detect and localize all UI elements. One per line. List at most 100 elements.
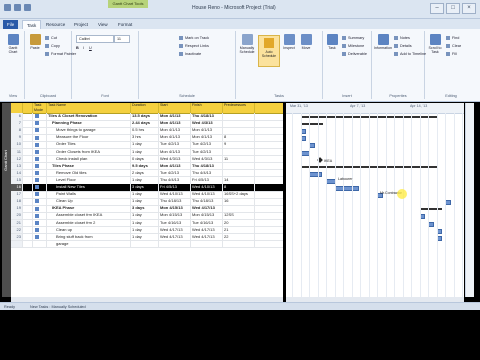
table-row[interactable]: garage [11,240,283,249]
tab-view[interactable]: View [94,20,112,29]
cell-dur[interactable]: 1 day [131,191,159,198]
cell-name[interactable]: Level Floor [47,176,131,184]
cut-button[interactable]: Cut [45,35,57,41]
gantt-chart[interactable]: Mar 31, '13 Apr 7, '13 Apr 14, '13 IKEA … [286,103,464,297]
cell-start[interactable]: Wed 4/10/13 [159,191,191,198]
task-mode-cell[interactable] [33,184,47,191]
cell-pred[interactable] [223,148,255,156]
cell-pred[interactable] [223,240,255,248]
info-cell[interactable] [23,184,33,191]
task-mode-cell[interactable] [33,120,47,127]
cell-pred[interactable]: 14 [223,176,255,184]
info-cell[interactable] [23,141,33,149]
cell-dur[interactable]: 1 day [131,198,159,205]
cell-finish[interactable]: Wed 4/10/13 [191,191,223,198]
tab-format[interactable]: Format [114,20,136,29]
find-button[interactable]: Find [446,35,459,41]
underline-button[interactable]: U [89,45,92,51]
cell-n[interactable]: 20 [11,212,23,220]
col-header-finish[interactable]: Finish [191,103,223,113]
cell-pred[interactable] [223,127,255,134]
task-mode-cell[interactable] [33,212,47,220]
cell-n[interactable]: 12 [11,155,23,163]
cell-pred[interactable]: 12SS [223,212,255,220]
cell-finish[interactable]: Mon 4/15/13 [191,212,223,220]
cell-name[interactable]: Planning Phase [47,120,131,127]
cell-start[interactable]: Mon 4/1/13 [159,134,191,141]
cell-start[interactable]: Thu 4/18/13 [159,198,191,205]
task-mode-cell[interactable] [33,205,47,212]
cell-dur[interactable]: 3 days [131,205,159,212]
cell-name[interactable]: Order Closets from IKEA [47,148,131,156]
cell-dur[interactable] [131,240,159,248]
cell-start[interactable]: Mon 4/1/13 [159,148,191,156]
cell-name[interactable]: Measure the Floor [47,134,131,141]
tab-project[interactable]: Project [70,20,92,29]
cell-name[interactable]: Tiles Phase [47,162,131,170]
task-mode-cell[interactable] [33,176,47,184]
cell-dur[interactable]: 1 day [131,212,159,220]
close-icon[interactable]: × [462,3,476,14]
cell-n[interactable]: 16 [11,184,23,191]
task-mode-cell[interactable] [33,169,47,177]
copy-button[interactable]: Copy [45,43,60,49]
cell-pred[interactable]: 8 [223,184,255,191]
cell-dur[interactable]: 2.44 days [131,120,159,127]
paste-button[interactable]: Paste [27,33,43,63]
undo-icon[interactable] [14,4,21,11]
inspect-button[interactable]: Inspect [281,33,297,63]
cell-finish[interactable]: Fri 4/5/13 [191,176,223,184]
save-icon[interactable] [4,4,11,11]
gantt-chart-button[interactable]: Gantt Chart [5,33,21,63]
info-cell[interactable] [23,120,33,127]
summary-bar[interactable] [300,123,324,126]
info-cell[interactable] [23,191,33,198]
clear-button[interactable]: Clear [446,43,461,49]
respect-links-button[interactable]: Respect Links [179,43,209,49]
cell-name[interactable]: IKEA Phase [47,205,131,212]
cell-dur[interactable]: 3 hrs [131,134,159,141]
cell-n[interactable]: 6 [11,113,23,120]
task-mode-cell[interactable] [33,162,47,170]
col-header-task-mode[interactable]: Task Mode [33,103,47,113]
cell-pred[interactable]: 8 [223,134,255,141]
cell-pred[interactable]: 11 [223,155,255,163]
cell-start[interactable]: Mon 4/15/13 [159,205,191,212]
font-name-select[interactable]: Calibri [76,35,114,43]
task-button[interactable]: Task [324,33,340,63]
info-cell[interactable] [23,212,33,220]
cell-finish[interactable]: Wed 4/17/13 [191,233,223,241]
cell-finish[interactable] [191,240,223,248]
cell-dur[interactable]: 1 day [131,226,159,234]
inactivate-button[interactable]: Inactivate [179,51,201,57]
cell-dur[interactable]: 0.5 hrs [131,127,159,134]
cell-pred[interactable] [223,113,255,120]
minimize-icon[interactable]: – [430,3,444,14]
cell-start[interactable]: Wed 4/17/13 [159,226,191,234]
cell-finish[interactable]: Mon 4/1/13 [191,127,223,134]
cell-dur[interactable]: 13.5 days [131,113,159,120]
info-cell[interactable] [23,176,33,184]
cell-pred[interactable]: 20 [223,219,255,227]
cell-finish[interactable]: Thu 4/4/13 [191,169,223,177]
redo-icon[interactable] [24,4,31,11]
info-cell[interactable] [23,169,33,177]
cell-n[interactable]: 7 [11,120,23,127]
info-cell[interactable] [23,148,33,156]
cell-pred[interactable] [223,205,255,212]
cell-pred[interactable] [223,120,255,127]
cell-finish[interactable]: Wed 4/17/13 [191,205,223,212]
cell-start[interactable]: Mon 4/15/13 [159,212,191,220]
deliverable-button[interactable]: Deliverable [342,51,367,57]
cell-n[interactable]: 14 [11,169,23,177]
info-cell[interactable] [23,134,33,141]
cell-finish[interactable]: Thu 4/18/13 [191,162,223,170]
cell-start[interactable]: Wed 4/3/13 [159,155,191,163]
info-cell[interactable] [23,205,33,212]
cell-dur[interactable]: 1 day [131,233,159,241]
scroll-to-task-button[interactable]: Scroll to Task [426,33,444,63]
info-cell[interactable] [23,233,33,241]
cell-n[interactable]: 23 [11,233,23,241]
task-mode-cell[interactable] [33,155,47,163]
cell-finish[interactable]: Tue 4/2/13 [191,148,223,156]
